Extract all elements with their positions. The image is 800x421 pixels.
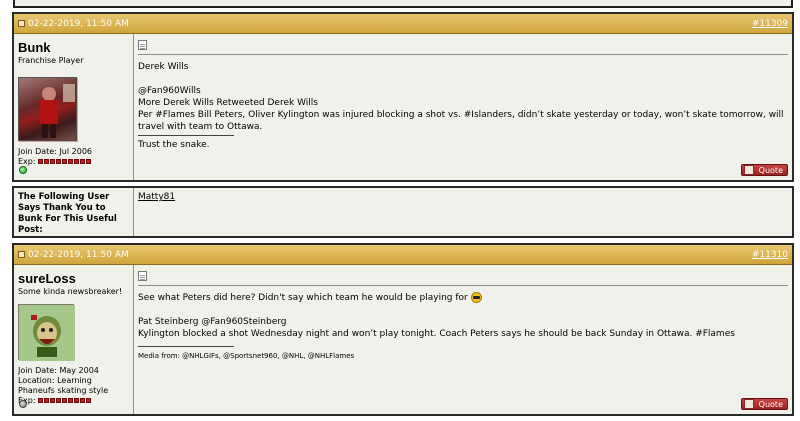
exp-label: Exp: bbox=[18, 157, 36, 166]
rep-pip bbox=[80, 398, 86, 403]
rep-pip bbox=[62, 159, 68, 164]
media-credit: Media from: @NHLGIFs, @Sportsnet960, @NH… bbox=[138, 352, 355, 360]
join-date: Join Date: Jul 2006 bbox=[18, 147, 93, 156]
rep-pip bbox=[68, 398, 74, 403]
experience: Exp: bbox=[18, 396, 129, 406]
rep-pip bbox=[74, 159, 80, 164]
post-number-link[interactable]: #11309 bbox=[752, 19, 788, 29]
quote-icon bbox=[744, 165, 754, 175]
avatar[interactable] bbox=[18, 77, 78, 142]
quote-icon bbox=[744, 399, 754, 409]
quote-button[interactable]: Quote bbox=[741, 398, 788, 410]
signature-divider bbox=[138, 135, 234, 136]
post-11310: 02-22-2019, 11:50 AM #11310 sureLoss Som… bbox=[12, 243, 794, 416]
message-line: @Fan960Wills bbox=[138, 86, 201, 96]
username-link[interactable]: sureLoss bbox=[18, 271, 129, 286]
thanks-users: Matty81 bbox=[134, 188, 179, 236]
rep-pip bbox=[38, 159, 44, 164]
rep-pip bbox=[80, 159, 86, 164]
rep-pip bbox=[68, 159, 74, 164]
rep-pip bbox=[74, 398, 80, 403]
message-text: See what Peters did here? Didn't say whi… bbox=[138, 293, 468, 303]
post-message: Derek Wills @Fan960Wills More Derek Will… bbox=[134, 34, 792, 180]
quote-label: Quote bbox=[758, 399, 783, 409]
post-date: 02-22-2019, 11:50 AM bbox=[28, 249, 129, 260]
divider bbox=[138, 285, 788, 286]
message-line: Per #Flames Bill Peters, Oliver Kylingto… bbox=[138, 110, 784, 132]
post-date: 02-22-2019, 11:50 AM bbox=[28, 18, 129, 29]
thanks-user-link[interactable]: Matty81 bbox=[138, 192, 175, 202]
avatar-image-icon bbox=[19, 78, 78, 142]
rep-pip bbox=[86, 159, 92, 164]
rep-pip bbox=[62, 398, 68, 403]
reputation-bar bbox=[38, 398, 92, 403]
message-line: Kylington blocked a shot Wednesday night… bbox=[138, 329, 735, 339]
thanks-box: The Following User Says Thank You to Bun… bbox=[12, 186, 794, 238]
user-title: Some kinda newsbreaker! bbox=[18, 287, 123, 296]
message-line: Pat Steinberg @Fan960Steinberg bbox=[138, 317, 287, 327]
avatar-cartoon-icon bbox=[19, 305, 75, 361]
rep-pip bbox=[38, 398, 44, 403]
user-info: sureLoss Some kinda newsbreaker! Join Da… bbox=[14, 265, 134, 414]
offline-status-icon bbox=[19, 400, 27, 408]
rep-pip bbox=[50, 398, 56, 403]
signature-text: Trust the snake. bbox=[138, 140, 210, 150]
rep-pip bbox=[44, 398, 50, 403]
user-title: Franchise Player bbox=[18, 56, 84, 65]
post-document-icon bbox=[138, 40, 147, 50]
post-icon bbox=[18, 251, 25, 258]
post-message: See what Peters did here? Didn't say whi… bbox=[134, 265, 792, 414]
media-divider bbox=[138, 346, 234, 347]
post-document-icon bbox=[138, 271, 147, 281]
username-link[interactable]: Bunk bbox=[18, 40, 129, 55]
post-header: 02-22-2019, 11:50 AM #11309 bbox=[14, 14, 792, 34]
post-11309: 02-22-2019, 11:50 AM #11309 Bunk Franchi… bbox=[12, 12, 794, 182]
join-date: Join Date: May 2004 bbox=[18, 366, 99, 375]
rep-pip bbox=[56, 398, 62, 403]
online-status-icon bbox=[19, 166, 27, 174]
location: Location: Learning Phaneufs skating styl… bbox=[18, 376, 109, 395]
reputation-bar bbox=[38, 159, 92, 164]
rep-pip bbox=[86, 398, 92, 403]
post-icon bbox=[18, 20, 25, 27]
rep-pip bbox=[56, 159, 62, 164]
avatar[interactable] bbox=[18, 304, 75, 361]
post-number-link[interactable]: #11310 bbox=[752, 250, 788, 260]
message-line: More Derek Wills Retweeted Derek Wills bbox=[138, 98, 318, 108]
previous-post-bottom-edge bbox=[13, 0, 793, 8]
thanks-label: The Following User Says Thank You to Bun… bbox=[14, 188, 134, 236]
user-info: Bunk Franchise Player Join Date: Jul 200… bbox=[14, 34, 134, 180]
quote-label: Quote bbox=[758, 165, 783, 175]
post-header: 02-22-2019, 11:50 AM #11310 bbox=[14, 245, 792, 265]
experience: Exp: bbox=[18, 157, 129, 167]
sunglasses-emoji-icon bbox=[470, 292, 482, 303]
message-line: Derek Wills bbox=[138, 62, 189, 72]
divider bbox=[138, 54, 788, 55]
quote-button[interactable]: Quote bbox=[741, 164, 788, 176]
rep-pip bbox=[50, 159, 56, 164]
rep-pip bbox=[44, 159, 50, 164]
message-line: See what Peters did here? Didn't say whi… bbox=[138, 292, 788, 304]
